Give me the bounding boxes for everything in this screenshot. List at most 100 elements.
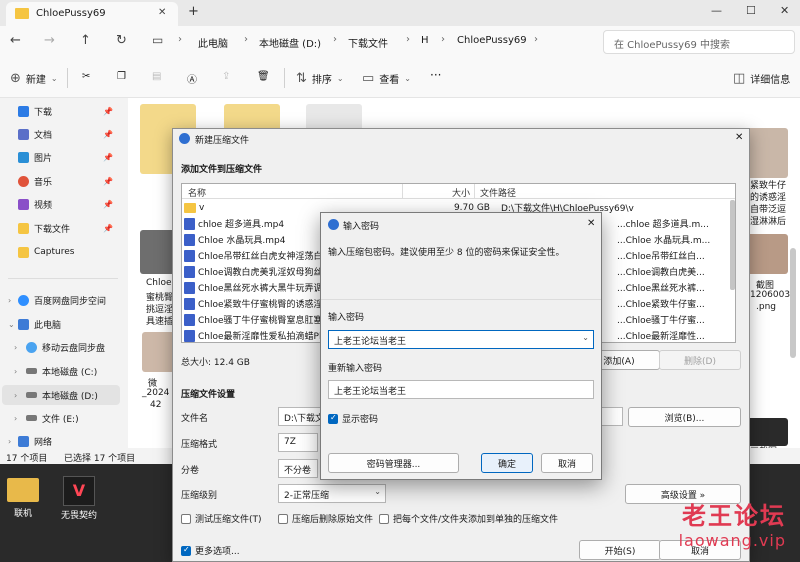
chevron-right-icon[interactable]: › [8, 296, 11, 305]
scrollbar[interactable] [790, 248, 796, 358]
sidebar-item-download-files[interactable]: 下载文件 [18, 220, 70, 236]
breadcrumb-h[interactable]: H [421, 35, 429, 46]
new-button[interactable]: ⊕ 新建 ⌄ [10, 71, 58, 86]
browse-button[interactable]: 浏览(B)... [628, 407, 741, 427]
dialog-title-bar: 新建压缩文件 ✕ [173, 129, 749, 149]
chevron-right-icon[interactable]: › [14, 414, 17, 423]
maximize-button[interactable]: ☐ [746, 4, 756, 17]
sidebar-item-videos[interactable]: 视频 [18, 196, 52, 212]
sidebar-item-downloads[interactable]: 下载 [18, 103, 52, 119]
pin-icon: 📌 [103, 224, 113, 233]
sidebar-item-documents[interactable]: 文档 [18, 126, 52, 142]
close-window-button[interactable]: ✕ [780, 4, 789, 17]
tree-d-drive[interactable]: 本地磁盘 (D:) [26, 387, 98, 403]
paste-icon[interactable]: ▤ [152, 71, 161, 82]
cloud-icon [26, 341, 37, 353]
image-thumbnail[interactable] [744, 418, 788, 446]
folder-icon [15, 8, 29, 19]
sidebar-item-captures[interactable]: Captures [18, 244, 74, 260]
column-path[interactable]: 文件路径 [480, 186, 516, 199]
download-icon [18, 105, 29, 117]
delete-button[interactable]: 删除(D) [659, 350, 741, 370]
tree-network[interactable]: 网络 [18, 433, 52, 449]
test-archive-checkbox[interactable]: 测试压缩文件(T) [181, 512, 262, 525]
picture-icon [18, 151, 29, 163]
copy-icon[interactable]: ❐ [117, 71, 126, 82]
chevron-down-icon[interactable]: ⌄ [8, 320, 15, 329]
valorant-icon: V [63, 476, 95, 506]
tree-e-drive[interactable]: 文件 (E:) [26, 410, 79, 426]
list-scrollbar[interactable] [730, 200, 735, 290]
close-icon[interactable]: ✕ [735, 132, 743, 143]
delete-icon[interactable]: 🗑 [257, 71, 270, 82]
back-icon[interactable]: ← [10, 33, 21, 48]
desktop-icon-valorant[interactable]: V 无畏契约 [52, 476, 106, 521]
pin-icon: 📌 [103, 130, 113, 139]
image-thumbnail[interactable] [744, 234, 788, 274]
password-manager-button[interactable]: 密码管理器... [328, 453, 459, 473]
view-button[interactable]: ▭ 查看 ⌄ [362, 71, 411, 86]
sort-button[interactable]: ⇅ 排序 ⌄ [296, 71, 344, 86]
folder-icon [18, 222, 29, 234]
chevron-right-icon[interactable]: › [14, 367, 17, 376]
start-button[interactable]: 开始(S) [579, 540, 661, 560]
sidebar-item-pictures[interactable]: 图片 [18, 149, 52, 165]
share-icon[interactable]: ⇪ [222, 71, 230, 82]
forward-icon[interactable]: → [44, 33, 55, 48]
close-icon[interactable]: ✕ [587, 218, 595, 229]
video-file-icon [184, 313, 195, 326]
breadcrumb-downloads[interactable]: 下载文件 [348, 35, 388, 50]
separate-archives-checkbox[interactable]: 把每个文件/文件夹添加到单独的压缩文件 [379, 512, 558, 525]
chevron-right-icon[interactable]: › [14, 343, 17, 352]
password-dialog: 输入密码 ✕ 输入压缩包密码。建议使用至少 8 位的密码来保证安全性。 输入密码… [320, 212, 602, 480]
tree-c-drive[interactable]: 本地磁盘 (C:) [26, 363, 97, 379]
new-tab-button[interactable]: + [188, 4, 199, 19]
more-options-checkbox[interactable]: 更多选项... [181, 544, 240, 557]
reenter-password-field[interactable]: 上老王论坛当老王 [328, 380, 594, 399]
tab-chloepussy69[interactable]: ChloePussy69 ✕ [6, 2, 178, 26]
video-file-icon [184, 297, 195, 310]
breadcrumb-d-drive[interactable]: 本地磁盘 (D:) [259, 35, 321, 50]
image-thumbnail[interactable] [744, 128, 788, 178]
computer-icon [18, 318, 29, 330]
ok-button[interactable]: 确定 [481, 453, 533, 473]
more-options-icon[interactable]: ··· [430, 68, 441, 82]
refresh-icon[interactable]: ↻ [116, 33, 127, 48]
level-select[interactable]: 2-正常压缩 ⌄ [278, 484, 386, 503]
tree-this-pc[interactable]: 此电脑 [18, 316, 61, 332]
minimize-button[interactable]: — [711, 4, 722, 17]
breadcrumb-this-pc[interactable]: 此电脑 [198, 35, 228, 50]
cut-icon[interactable]: ✂ [82, 71, 90, 82]
tree-mobile-cloud[interactable]: 移动云盘同步盘 [26, 339, 105, 355]
column-size[interactable]: 大小 [452, 186, 470, 199]
rename-icon[interactable]: Ⓐ [187, 71, 197, 86]
chevron-down-icon: ⌄ [374, 487, 381, 496]
folder-icon [18, 246, 29, 258]
search-input[interactable]: 在 ChloePussy69 中搜索 [603, 30, 795, 54]
video-file-icon [184, 249, 195, 262]
split-select[interactable]: 不分卷 [278, 459, 318, 478]
column-name[interactable]: 名称 [188, 186, 206, 199]
close-tab-icon[interactable]: ✕ [158, 7, 166, 18]
password-field[interactable]: 上老王论坛当老王 ⌄ [328, 330, 594, 349]
chevron-right-icon[interactable]: › [8, 437, 11, 446]
video-file-icon [184, 329, 195, 342]
chevron-right-icon[interactable]: › [14, 391, 17, 400]
desktop-icon-online[interactable]: 联机 [0, 478, 50, 519]
chevron-down-icon[interactable]: ⌄ [582, 333, 589, 342]
plus-icon: ⊕ [10, 71, 21, 86]
cancel-button[interactable]: 取消 [541, 453, 593, 473]
details-button[interactable]: ◫ 详细信息 [733, 71, 790, 86]
format-select[interactable]: 7Z [278, 433, 318, 452]
baidu-cloud-icon [18, 294, 29, 306]
show-password-checkbox[interactable]: 显示密码 [328, 412, 378, 425]
pin-icon: 📌 [103, 153, 113, 162]
drive-icon [26, 392, 37, 398]
details-pane-icon: ◫ [733, 71, 746, 86]
tree-baidu[interactable]: 百度网盘同步空间 [18, 292, 106, 308]
total-size: 总大小: 12.4 GB [181, 358, 250, 368]
delete-after-checkbox[interactable]: 压缩后删除原始文件 [278, 512, 373, 525]
up-icon[interactable]: ↑ [80, 33, 91, 48]
sidebar-item-music[interactable]: 音乐 [18, 173, 52, 189]
breadcrumb-current[interactable]: ChloePussy69 [457, 35, 527, 46]
